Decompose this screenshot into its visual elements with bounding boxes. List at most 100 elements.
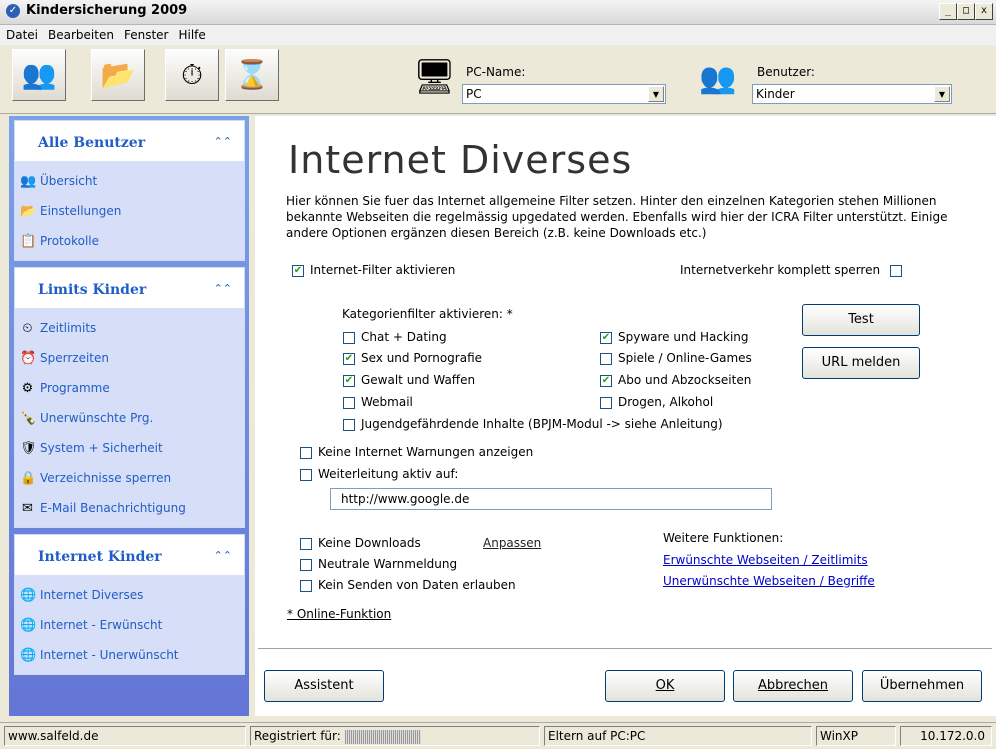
pcname-select[interactable]: PC ▼ (462, 84, 666, 104)
category-checkbox[interactable]: ✔ (600, 375, 612, 387)
status-os: WinXP (816, 726, 896, 746)
hourglass-toolbar-button[interactable]: ⌛ (225, 49, 279, 101)
settings-icon: 📂 (20, 204, 37, 219)
menu-bearbeiten[interactable]: Bearbeiten (42, 25, 118, 42)
sidebar-item-zeitlimits[interactable]: ⏲ Zeitlimits (15, 313, 244, 343)
pc-icon: 🖥 (413, 57, 457, 97)
users-icon: 👥 (20, 174, 37, 189)
no-send-label: Kein Senden von Daten erlauben (318, 578, 516, 592)
category-checkbox[interactable]: ✔ (343, 375, 355, 387)
collapse-icon[interactable]: ⌃⌃ (214, 282, 232, 295)
sidebar-item-label: Zeitlimits (40, 321, 97, 335)
registered-label: Registriert für: (254, 729, 341, 743)
category-checkbox[interactable] (343, 397, 355, 409)
neutral-warning-label: Neutrale Warnmeldung (318, 557, 458, 571)
stopwatch-toolbar-button[interactable]: ⏱ (165, 49, 219, 101)
category-label: Sex und Pornografie (361, 351, 483, 365)
apply-button[interactable]: Übernehmen (862, 670, 982, 702)
neutral-warning-checkbox[interactable] (300, 559, 312, 571)
category-checkbox[interactable] (343, 419, 355, 431)
sidebar-item-email[interactable]: ✉ E-Mail Benachrichtigung (15, 493, 244, 523)
redirect-checkbox[interactable] (300, 469, 312, 481)
sidebar-item-internet-erwuenscht[interactable]: 🌐 Internet - Erwünscht (15, 610, 244, 640)
users-toolbar-button[interactable]: 👥 (12, 49, 66, 101)
window-title: Kindersicherung 2009 (26, 3, 188, 18)
no-send-checkbox[interactable] (300, 580, 312, 592)
sidebar-item-system-sicherheit[interactable]: 🛡 System + Sicherheit (15, 433, 244, 463)
chevron-down-icon[interactable]: ▼ (648, 86, 664, 102)
menu-datei[interactable]: Datei (0, 25, 42, 42)
category-label: Abo und Abzockseiten (618, 373, 752, 387)
filter-enable-checkbox[interactable]: ✔ (292, 265, 304, 277)
panel-body: 🌐 Internet Diverses 🌐 Internet - Erwünscht… (15, 576, 244, 674)
menu-hilfe[interactable]: Hilfe (172, 25, 209, 42)
no-downloads-checkbox[interactable] (300, 538, 312, 550)
status-registered: Registriert für: (250, 726, 540, 746)
category-label: Jugendgefährdende Inhalte (BPJM-Modul ->… (361, 417, 723, 431)
category-checkbox[interactable] (600, 397, 612, 409)
chevron-down-icon[interactable]: ▼ (934, 86, 950, 102)
block-all-label: Internetverkehr komplett sperren (680, 263, 881, 277)
unwanted-sites-link[interactable]: Unerwünschte Webseiten / Begriffe (663, 574, 875, 588)
panel-header[interactable]: Limits Kinder ⌃⌃ (15, 268, 244, 309)
sidebar-panel-all-users: Alle Benutzer ⌃⌃ 👥 Übersicht 📂 Einstellung… (15, 121, 244, 260)
block-all-checkbox[interactable] (890, 265, 902, 277)
menu-fenster[interactable]: Fenster (118, 25, 173, 42)
panel-title: Alle Benutzer (38, 135, 146, 151)
category-checkbox[interactable] (343, 332, 355, 344)
intro-text: Hier können Sie fuer das Internet allgem… (286, 194, 948, 240)
panel-body: 👥 Übersicht 📂 Einstellungen 📋 Protokolle (15, 162, 244, 260)
sidebar-item-internet-unerwuenscht[interactable]: 🌐 Internet - Unerwünscht (15, 640, 244, 670)
panel-header[interactable]: Alle Benutzer ⌃⌃ (15, 121, 244, 162)
registered-name-redacted (344, 729, 421, 744)
category-label: Spiele / Online-Games (618, 351, 752, 365)
status-site: www.salfeld.de (4, 726, 246, 746)
sidebar-item-protokolle[interactable]: 📋 Protokolle (15, 226, 244, 256)
security-icon: 🛡 (20, 441, 37, 456)
test-button[interactable]: Test (802, 304, 920, 336)
anpassen-link[interactable]: Anpassen (483, 536, 541, 550)
ok-button[interactable]: OK (605, 670, 725, 702)
sidebar-item-uebersicht[interactable]: 👥 Übersicht (15, 166, 244, 196)
category-checkbox[interactable]: ✔ (600, 332, 612, 344)
globe-icon: 🌐 (20, 618, 37, 633)
divider (258, 648, 992, 650)
url-report-button[interactable]: URL melden (802, 347, 920, 379)
sidebar-item-label: Übersicht (40, 174, 98, 188)
stopwatch-icon: ⏱ (181, 58, 203, 91)
sidebar-item-label: Sperrzeiten (40, 351, 109, 365)
redirect-url-input[interactable]: http://www.google.de (330, 488, 772, 510)
cancel-button[interactable]: Abbrechen (733, 670, 853, 702)
collapse-icon[interactable]: ⌃⌃ (214, 549, 232, 562)
category-label: Webmail (361, 395, 413, 409)
sidebar-item-internet-diverses[interactable]: 🌐 Internet Diverses (15, 580, 244, 610)
sidebar-item-label: Internet Diverses (40, 588, 144, 602)
toolbar: 👥 📂 ⏱ ⌛ 🖥 PC-Name: PC ▼ 👥 Benutzer: Kind… (0, 45, 996, 114)
sidebar-item-label: Verzeichnisse sperren (40, 471, 172, 485)
sidebar-item-programme[interactable]: ⚙ Programme (15, 373, 244, 403)
category-checkbox[interactable]: ✔ (343, 353, 355, 365)
sidebar-panel-limits: Limits Kinder ⌃⌃ ⏲ Zeitlimits ⏰ Sperrzeite… (15, 268, 244, 527)
category-checkbox[interactable] (600, 353, 612, 365)
sidebar-item-sperrzeiten[interactable]: ⏰ Sperrzeiten (15, 343, 244, 373)
page-title: Internet Diverses (288, 138, 633, 182)
no-warnings-checkbox[interactable] (300, 447, 312, 459)
assistant-button[interactable]: Assistent (264, 670, 384, 702)
sidebar-item-unerwuenschte-prg[interactable]: 🍾 Unerwünschte Prg. (15, 403, 244, 433)
sidebar-item-verzeichnisse[interactable]: 🔒 Verzeichnisse sperren (15, 463, 244, 493)
no-warnings-label: Keine Internet Warnungen anzeigen (318, 445, 534, 459)
settings-toolbar-button[interactable]: 📂 (91, 49, 145, 101)
close-button[interactable]: x (975, 3, 993, 20)
app-icon: ✓ (6, 4, 20, 18)
sidebar-item-einstellungen[interactable]: 📂 Einstellungen (15, 196, 244, 226)
minimize-button[interactable]: _ (939, 3, 957, 20)
panel-header[interactable]: Internet Kinder ⌃⌃ (15, 535, 244, 576)
maximize-button[interactable]: □ (957, 3, 975, 20)
collapse-icon[interactable]: ⌃⌃ (214, 135, 232, 148)
category-label: Spyware und Hacking (618, 330, 749, 344)
status-bar: www.salfeld.de Registriert für: Eltern a… (0, 722, 996, 749)
globe-icon: 🌐 (20, 648, 37, 663)
user-select[interactable]: Kinder ▼ (752, 84, 952, 104)
wanted-sites-link[interactable]: Erwünschte Webseiten / Zeitlimits (663, 553, 868, 567)
clock-icon: ⏲ (22, 321, 33, 336)
